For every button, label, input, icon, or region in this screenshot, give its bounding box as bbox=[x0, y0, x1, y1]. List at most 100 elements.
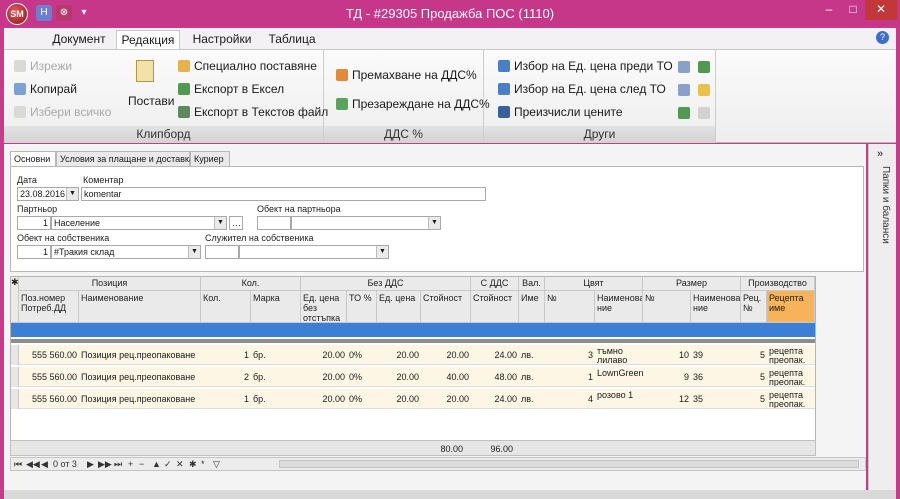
filter-icon[interactable]: ▽ bbox=[213, 458, 220, 470]
tab-edit[interactable]: Редакция bbox=[116, 30, 180, 49]
side-action-icon-5[interactable] bbox=[678, 107, 690, 119]
export-excel-label: Експорт в Ексел bbox=[194, 82, 285, 96]
date-field[interactable]: 23.08.2016 ▼ bbox=[17, 187, 79, 201]
table-cell: рецепта преопак. bbox=[769, 368, 806, 387]
prev-record-button[interactable]: ◀ bbox=[41, 458, 48, 470]
side-action-icon-6[interactable] bbox=[698, 107, 710, 119]
column-header[interactable]: Рецепта име bbox=[767, 291, 815, 323]
cancel-record-button[interactable]: ✕ bbox=[176, 458, 184, 470]
partner-id-field[interactable]: 1 bbox=[17, 216, 51, 230]
column-header[interactable]: Рец. № bbox=[741, 291, 767, 323]
row-indicator[interactable] bbox=[11, 345, 19, 365]
column-header[interactable]: Кол. bbox=[201, 291, 251, 323]
chevron-down-icon[interactable]: ▼ bbox=[188, 246, 200, 258]
row-indicator[interactable] bbox=[11, 367, 19, 387]
folders-balances-tab[interactable]: Папки и баланси bbox=[875, 166, 891, 286]
table-cell: 1 bbox=[243, 350, 249, 360]
tab-courier[interactable]: Куриер bbox=[190, 151, 230, 167]
table-cell: 9 bbox=[683, 372, 689, 382]
tab-document[interactable]: Документ bbox=[44, 30, 114, 49]
chevron-down-icon[interactable]: ▼ bbox=[214, 217, 226, 229]
new-row[interactable] bbox=[11, 323, 815, 337]
maximize-button[interactable]: □ bbox=[841, 0, 865, 20]
column-header[interactable]: Име bbox=[519, 291, 545, 323]
delete-record-button[interactable]: − bbox=[139, 458, 144, 470]
column-header[interactable]: Ед. цена bbox=[377, 291, 421, 323]
excel-icon bbox=[178, 83, 190, 95]
collapse-panel-button[interactable]: » bbox=[877, 148, 883, 160]
side-action-icon-4[interactable] bbox=[698, 84, 710, 96]
table-cell: 20.00 bbox=[396, 350, 419, 360]
side-action-icon-3[interactable] bbox=[678, 84, 690, 96]
column-header[interactable]: № bbox=[545, 291, 595, 323]
table-cell: рецепта преопак. bbox=[769, 346, 806, 365]
employee-select[interactable]: ▼ bbox=[239, 245, 389, 259]
next-record-button[interactable]: ▶ bbox=[87, 458, 94, 470]
side-action-icon-1[interactable] bbox=[678, 61, 690, 73]
chevron-down-icon[interactable]: ▼ bbox=[428, 217, 440, 229]
paste-button[interactable]: Постави bbox=[128, 60, 174, 120]
partner-select[interactable]: Население ▼ bbox=[51, 216, 227, 230]
comment-field[interactable]: komentar bbox=[81, 187, 486, 201]
bookmark-button[interactable]: * bbox=[201, 458, 205, 470]
column-header[interactable]: Наименование bbox=[79, 291, 201, 323]
owner-object-select[interactable]: #Тракия склад ▼ bbox=[51, 245, 201, 259]
next-page-button[interactable]: ▶▶ bbox=[98, 458, 112, 470]
owner-object-id-field[interactable]: 1 bbox=[17, 245, 51, 259]
reload-vat-button[interactable]: Презареждане на ДДС% bbox=[336, 97, 490, 111]
price-before-icon bbox=[498, 60, 510, 72]
side-action-icon-2[interactable] bbox=[698, 61, 710, 73]
horizontal-scrollbar[interactable] bbox=[279, 460, 859, 468]
remove-vat-button[interactable]: Премахване на ДДС% bbox=[336, 68, 477, 82]
column-header[interactable]: Стойност bbox=[471, 291, 519, 323]
table-cell: 20.00 bbox=[322, 350, 345, 360]
refresh-button[interactable]: ✱ bbox=[189, 458, 197, 470]
column-header[interactable]: Поз.номер Потреб.ДД bbox=[19, 291, 79, 323]
price-before-discount-button[interactable]: Избор на Ед. цена преди ТО bbox=[498, 59, 673, 73]
partner-object-id-field[interactable] bbox=[257, 216, 291, 230]
column-header[interactable]: Наименова ние bbox=[691, 291, 741, 323]
prev-page-button[interactable]: ◀◀ bbox=[26, 458, 40, 470]
partner-object-select[interactable]: ▼ bbox=[291, 216, 441, 230]
table-cell: бр. bbox=[253, 372, 266, 382]
paste-special-button[interactable]: Специално поставяне bbox=[178, 59, 317, 73]
column-group-header: Позиция bbox=[19, 277, 201, 291]
save-record-button[interactable]: ✓ bbox=[164, 458, 172, 470]
tab-table[interactable]: Таблица bbox=[264, 30, 320, 49]
chevron-down-icon[interactable]: ▼ bbox=[66, 188, 78, 200]
copy-button[interactable]: Копирай bbox=[14, 82, 77, 96]
ribbon: Изрежи Копирай Избери всичко Постави Спе… bbox=[4, 49, 896, 143]
price-after-discount-button[interactable]: Избор на Ед. цена след ТО bbox=[498, 82, 666, 96]
add-record-button[interactable]: + bbox=[128, 458, 133, 470]
column-header[interactable]: Марка bbox=[251, 291, 301, 323]
close-button[interactable]: ✕ bbox=[865, 0, 897, 20]
select-all-button[interactable]: Избери всичко bbox=[14, 105, 111, 119]
help-icon[interactable]: ? bbox=[876, 31, 889, 44]
cut-button[interactable]: Изрежи bbox=[14, 59, 72, 73]
grid-totals: 80.00 96.00 bbox=[10, 440, 816, 456]
column-header[interactable]: ТО % bbox=[347, 291, 377, 323]
export-text-button[interactable]: Експорт в Текстов файл bbox=[178, 105, 328, 119]
table-cell: Позиция рец.преопаковане bbox=[81, 372, 196, 382]
first-record-button[interactable]: ⏮ bbox=[14, 458, 22, 470]
export-excel-button[interactable]: Експорт в Ексел bbox=[178, 82, 284, 96]
date-value: 23.08.2016 bbox=[20, 189, 66, 199]
row-indicator[interactable] bbox=[11, 389, 19, 409]
window-title: ТД - #29305 Продажба ПОС (1110) bbox=[345, 6, 555, 21]
employee-id-field[interactable] bbox=[205, 245, 239, 259]
move-up-button[interactable]: ▲ bbox=[152, 458, 161, 470]
table-cell: 20.00 bbox=[322, 372, 345, 382]
minimize-button[interactable]: – bbox=[817, 0, 841, 20]
last-record-button[interactable]: ⏭ bbox=[114, 458, 122, 470]
column-header[interactable]: Ед. цена без отстъпка bbox=[301, 291, 347, 323]
partner-browse-button[interactable]: … bbox=[229, 216, 243, 230]
column-header[interactable]: Стойност bbox=[421, 291, 471, 323]
table-cell: рецепта преопак. bbox=[769, 390, 806, 409]
tab-settings[interactable]: Настройки bbox=[184, 30, 260, 49]
column-header[interactable]: Наименова ние bbox=[595, 291, 643, 323]
tab-payment-delivery[interactable]: Условия за плащане и доставка bbox=[56, 151, 194, 167]
chevron-down-icon[interactable]: ▼ bbox=[376, 246, 388, 258]
recalculate-prices-button[interactable]: Преизчисли цените bbox=[498, 105, 623, 119]
table-cell: 40.00 bbox=[446, 372, 469, 382]
column-header[interactable]: № bbox=[643, 291, 691, 323]
